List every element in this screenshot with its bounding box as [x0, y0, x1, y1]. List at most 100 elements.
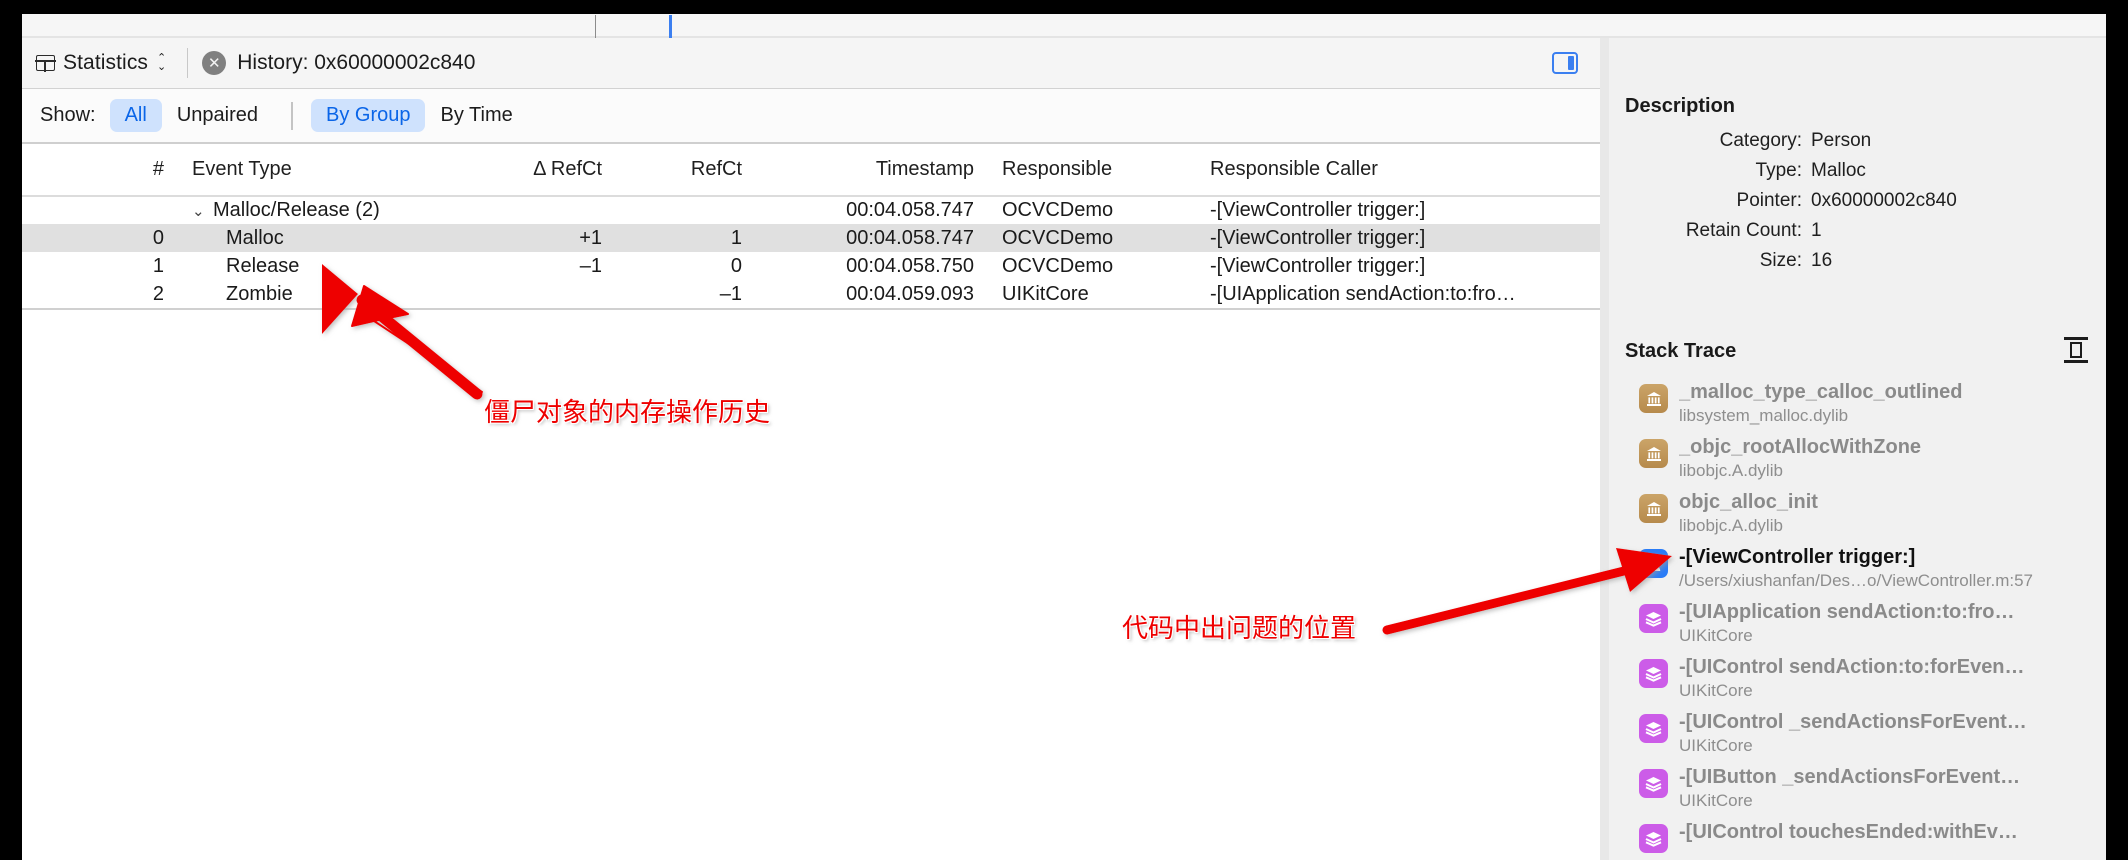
stack-frame[interactable]: -[ViewController trigger:] /Users/xiushan… — [1619, 541, 2106, 596]
inspector-pane: Description Category: Person Type: Malloc Po… — [1609, 38, 2106, 860]
stack-frame-text: objc_alloc_init libobjc.A.dylib — [1679, 490, 2100, 537]
description-value: 1 — [1811, 220, 1822, 241]
description-value: 0x60000002c840 — [1811, 190, 1957, 211]
column-header-refct[interactable]: RefCt — [616, 144, 756, 197]
pane-splitter[interactable] — [1600, 38, 1609, 860]
table-row[interactable]: 1 Release –1 0 00:04.058.750 OCVCDemo -[ViewCo… — [22, 252, 1600, 280]
stack-frame-text: -[UIControl _sendActionsForEvent… UIKitCo… — [1679, 710, 2100, 757]
stack-frame[interactable]: -[UIButton _sendActionsForEvent… UIKitCor… — [1619, 761, 2106, 816]
stack-frame-text: -[UIControl sendAction:to:forEven… UIKitC… — [1679, 655, 2100, 702]
cell-drefct — [446, 280, 616, 308]
column-header-delta-refct[interactable]: Δ RefCt — [446, 144, 616, 197]
filter-all[interactable]: All — [109, 99, 162, 132]
stack-frame-name: objc_alloc_init — [1679, 491, 1818, 513]
align-frames-icon[interactable] — [2062, 336, 2090, 364]
annotation-text-viewcontroller: 代码中出问题的位置 — [1122, 614, 1357, 644]
stack-frame-text: -[UIControl touchesEnded:withEv… — [1679, 820, 2100, 845]
cell-num: 1 — [152, 254, 164, 277]
stack-frame-name: -[UIControl _sendActionsForEvent… — [1679, 711, 2027, 733]
cell-responsible: OCVCDemo — [1002, 226, 1114, 249]
stack-trace-list: _malloc_type_calloc_outlined libsystem_ma… — [1619, 376, 2106, 860]
cell-refct: 1 — [730, 226, 742, 249]
stack-frame[interactable]: -[UIControl sendAction:to:forEven… UIKitC… — [1619, 651, 2106, 706]
description-row: Type: Malloc — [1625, 156, 2065, 186]
tab-active-marker — [669, 15, 672, 38]
table-header-row: # Event Type Δ RefCt RefCt Timestamp Res… — [22, 144, 1600, 197]
right-panel-toggle-icon[interactable] — [1552, 52, 1578, 74]
filter-unpaired[interactable]: Unpaired — [162, 99, 273, 132]
cell-timestamp: 00:04.058.750 — [846, 254, 974, 277]
detail-pane: Statistics ⌃ ⌄ ✕ History: 0x60000002c840… — [22, 38, 1600, 860]
cell-timestamp: 00:04.059.093 — [846, 282, 974, 305]
cell-refct: 0 — [730, 254, 742, 277]
system-library-icon — [1639, 494, 1668, 523]
filter-by-group[interactable]: By Group — [311, 99, 426, 132]
cell-drefct: –1 — [579, 254, 602, 277]
cell-refct: –1 — [719, 282, 742, 305]
toolbar-divider — [187, 48, 189, 78]
table-row[interactable]: 0 Malloc +1 1 00:04.058.747 OCVCDemo -[ViewCon… — [22, 224, 1600, 252]
column-header-number[interactable]: # — [22, 144, 178, 197]
cell-event-label: Zombie — [226, 282, 293, 305]
column-header-responsible[interactable]: Responsible — [988, 144, 1196, 197]
user-code-icon — [1639, 549, 1668, 578]
description-row: Retain Count: 1 — [1625, 216, 2065, 246]
chevron-down-icon: ⌄ — [157, 61, 167, 73]
table-row[interactable]: ⌄ Malloc/Release (2) 00:04.058.747 OCVCDemo… — [22, 196, 1600, 224]
stack-frame[interactable]: -[UIApplication sendAction:to:fro… UIKitC… — [1619, 596, 2106, 651]
cell-event: Release — [178, 252, 446, 280]
filter-bar: Show: All Unpaired By Group By Time — [22, 89, 1600, 144]
table-bottom-border — [22, 308, 1600, 310]
cell-drefct — [446, 196, 616, 224]
event-table: # Event Type Δ RefCt RefCt Timestamp Res… — [22, 144, 1600, 308]
stack-frame-location: libobjc.A.dylib — [1679, 461, 1783, 480]
stack-frame-name: -[UIControl sendAction:to:forEven… — [1679, 656, 2025, 678]
column-header-timestamp[interactable]: Timestamp — [756, 144, 988, 197]
cell-num: 2 — [152, 282, 164, 305]
stack-frame-name: _objc_rootAllocWithZone — [1679, 436, 1922, 458]
statistics-label: Statistics — [63, 51, 149, 74]
cell-caller: -[UIApplication sendAction:to:fro… — [1210, 282, 1516, 305]
cell-responsible: OCVCDemo — [1002, 254, 1114, 277]
cell-drefct: +1 — [579, 226, 602, 249]
stack-frame[interactable]: -[UIControl _sendActionsForEvent… UIKitCo… — [1619, 706, 2106, 761]
stack-frame-text: _malloc_type_calloc_outlined libsystem_ma… — [1679, 380, 2100, 427]
description-value: Person — [1811, 130, 1872, 151]
table-row[interactable]: 2 Zombie –1 00:04.059.093 UIKitCore -[UIAppli… — [22, 280, 1600, 308]
stack-trace-title: Stack Trace — [1625, 340, 1737, 362]
stack-frame-location: UIKitCore — [1679, 791, 1753, 810]
stack-frame[interactable]: objc_alloc_init libobjc.A.dylib — [1619, 486, 2106, 541]
stack-frame-text: -[UIButton _sendActionsForEvent… UIKitCor… — [1679, 765, 2100, 812]
chevron-down-icon[interactable]: ⌄ — [192, 202, 208, 220]
stack-frame-name: -[ViewController trigger:] — [1679, 546, 1916, 568]
stack-frame[interactable]: -[UIControl touchesEnded:withEv… — [1619, 816, 2106, 857]
description-list: Category: Person Type: Malloc Pointer: 0x6000… — [1625, 126, 2065, 276]
chevron-updown-icon: ⌃ ⌄ — [157, 53, 167, 73]
close-icon[interactable]: ✕ — [202, 51, 227, 75]
column-header-event-type[interactable]: Event Type — [178, 144, 446, 197]
filter-divider — [291, 101, 293, 130]
stack-frame[interactable]: _objc_rootAllocWithZone libobjc.A.dylib — [1619, 431, 2106, 486]
system-library-icon — [1639, 384, 1668, 413]
cell-responsible: UIKitCore — [1002, 282, 1089, 305]
cell-timestamp: 00:04.058.747 — [846, 199, 974, 221]
filter-by-time[interactable]: By Time — [425, 99, 527, 132]
framework-icon — [1639, 824, 1668, 853]
instruments-window: Statistics ⌃ ⌄ ✕ History: 0x60000002c840… — [22, 14, 2106, 860]
stack-frame-location: UIKitCore — [1679, 681, 1753, 700]
history-breadcrumb[interactable]: ✕ History: 0x60000002c840 — [202, 51, 475, 75]
cell-num — [22, 196, 178, 224]
description-value: 16 — [1811, 250, 1833, 271]
description-key: Type: — [1755, 160, 1802, 181]
description-title: Description — [1625, 95, 1736, 117]
description-key: Size: — [1759, 250, 1802, 271]
description-row: Pointer: 0x60000002c840 — [1625, 186, 2065, 216]
show-label: Show: — [40, 104, 96, 126]
column-header-responsible-caller[interactable]: Responsible Caller — [1196, 144, 1600, 197]
stack-frame-text: -[ViewController trigger:] /Users/xiushan… — [1679, 545, 2100, 592]
cell-responsible: OCVCDemo — [1002, 199, 1114, 221]
description-key: Pointer: — [1736, 190, 1802, 211]
cell-event: Malloc — [178, 224, 446, 252]
stack-frame[interactable]: _malloc_type_calloc_outlined libsystem_ma… — [1619, 376, 2106, 431]
statistics-popup-button[interactable]: Statistics ⌃ ⌄ — [32, 49, 170, 77]
